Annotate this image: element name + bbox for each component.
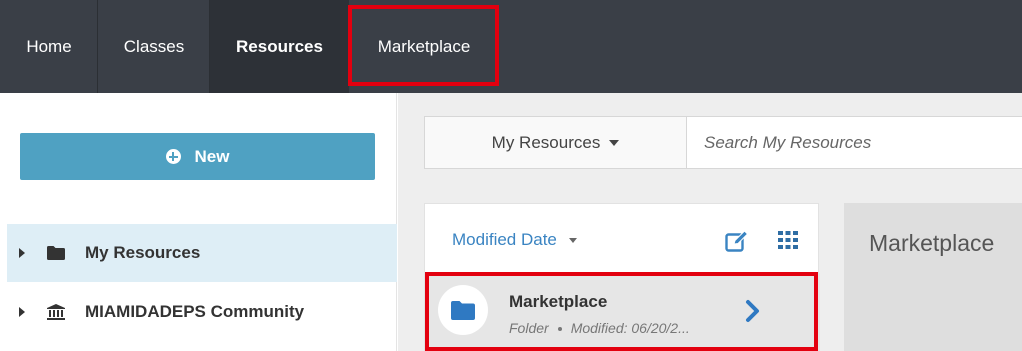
expand-caret-icon[interactable] bbox=[19, 307, 25, 317]
expand-caret-icon[interactable] bbox=[19, 248, 25, 258]
tree-item-community[interactable]: MIAMIDADEPS Community bbox=[7, 283, 397, 341]
sort-label: Modified Date bbox=[452, 230, 557, 249]
new-button[interactable]: New bbox=[20, 133, 375, 180]
nav-resources[interactable]: Resources bbox=[210, 0, 349, 93]
sort-dropdown[interactable]: Modified Date bbox=[452, 230, 577, 250]
search-input[interactable] bbox=[686, 116, 1022, 169]
new-button-label: New bbox=[194, 146, 230, 166]
nav-classes-label: Classes bbox=[123, 36, 185, 56]
edit-icon[interactable] bbox=[725, 230, 749, 252]
tree-item-my-resources[interactable]: My Resources bbox=[7, 224, 397, 282]
tree-item-label: MIAMIDADEPS Community bbox=[85, 302, 305, 321]
marketplace-item-highlight bbox=[425, 272, 818, 351]
sidebar: New My Resources MIAMIDADEPS Community bbox=[0, 93, 397, 351]
nav-resources-label: Resources bbox=[236, 36, 323, 56]
marketplace-nav-highlight bbox=[348, 5, 499, 86]
institution-icon bbox=[47, 304, 65, 320]
plus-circle-icon bbox=[165, 149, 181, 164]
top-nav: Home Classes Resources Marketplace bbox=[0, 0, 1022, 93]
nav-home[interactable]: Home bbox=[0, 0, 98, 93]
preview-panel: Marketplace bbox=[844, 203, 1022, 351]
resource-scope-label: My Resources bbox=[491, 132, 601, 152]
tree-item-label: My Resources bbox=[85, 243, 201, 262]
chevron-down-icon bbox=[568, 237, 577, 243]
resource-scope-dropdown[interactable]: My Resources bbox=[424, 116, 687, 169]
nav-home-label: Home bbox=[26, 36, 72, 56]
preview-title: Marketplace bbox=[869, 230, 995, 256]
grid-view-icon[interactable] bbox=[778, 231, 798, 249]
nav-classes[interactable]: Classes bbox=[98, 0, 210, 93]
chevron-down-icon bbox=[609, 139, 620, 146]
folder-icon bbox=[47, 246, 65, 260]
